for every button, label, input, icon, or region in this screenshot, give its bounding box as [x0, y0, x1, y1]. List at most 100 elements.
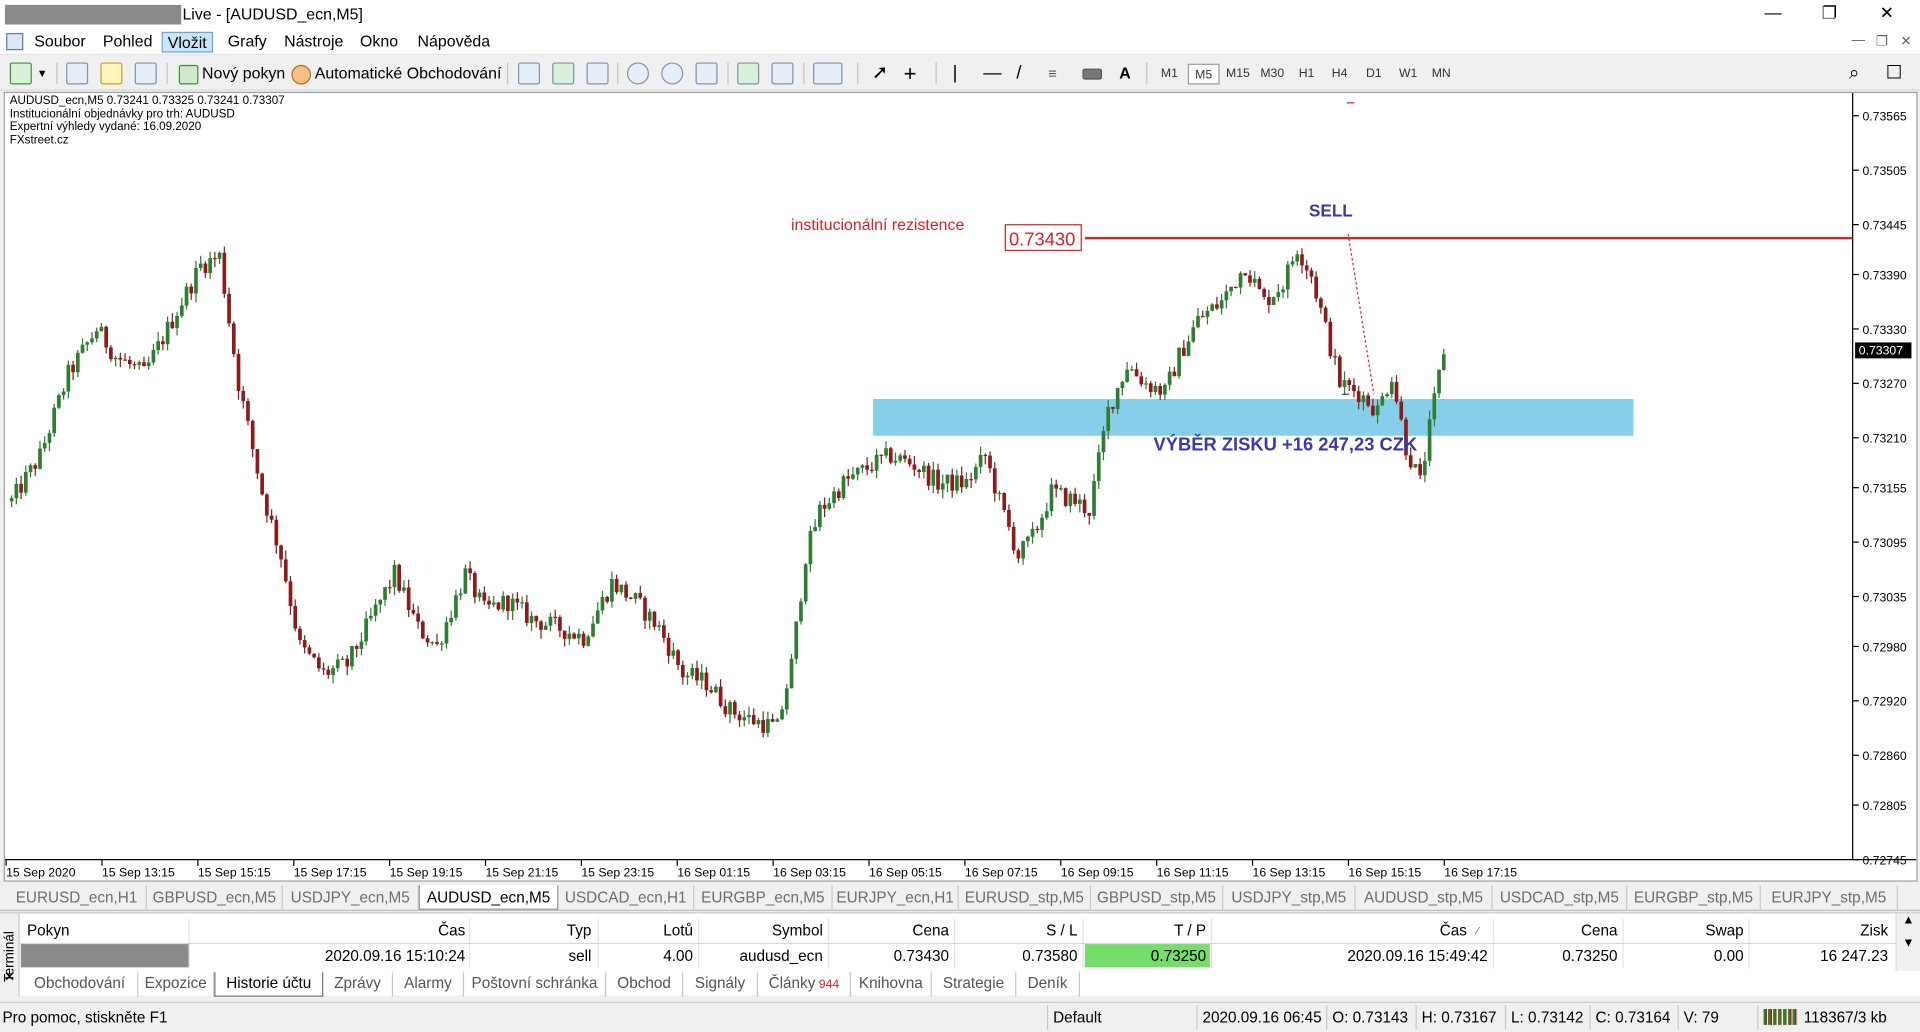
minimize-button[interactable]: —	[1755, 2, 1792, 22]
maximize-button[interactable]: ❐	[1811, 2, 1848, 23]
rectangle-icon[interactable]	[1082, 68, 1103, 80]
market-watch-icon[interactable]	[66, 62, 89, 85]
scroll-up-icon[interactable]: ▲	[1897, 913, 1920, 926]
navigator-icon[interactable]	[100, 62, 123, 85]
timeframe-d1[interactable]: D1	[1358, 64, 1390, 85]
col-symbol[interactable]: Symbol	[703, 918, 823, 942]
col-lotu[interactable]: Lotů	[602, 918, 693, 942]
autoscroll-icon[interactable]	[737, 62, 760, 85]
crosshair-icon[interactable]: +	[904, 60, 917, 87]
cell-price-open[interactable]: 0.73430	[833, 944, 949, 968]
auto-trading-button[interactable]: Automatické Obchodování	[291, 60, 501, 87]
cell-sl[interactable]: 0.73580	[959, 944, 1077, 968]
terminal-tab[interactable]: Poštovní schránka	[464, 972, 607, 997]
chart-tab[interactable]: USDCAD_stp,M5	[1493, 885, 1628, 910]
zoom-out-icon[interactable]	[661, 62, 684, 85]
terminal-tab[interactable]: Historie účtu	[214, 972, 324, 997]
cell-tp[interactable]: 0.73250	[1087, 944, 1206, 968]
timeframe-m15[interactable]: M15	[1222, 64, 1254, 85]
chart-tab[interactable]: GBPUSD_ecn,M5	[147, 885, 283, 910]
chart-tab[interactable]: AUDUSD_stp,M5	[1356, 885, 1493, 910]
terminal-tab[interactable]: Deník	[1016, 972, 1081, 997]
dropdown-arrow-icon[interactable]: ▼	[37, 60, 48, 87]
timeframe-h4[interactable]: H4	[1324, 64, 1356, 85]
close-button[interactable]: ✕	[1869, 2, 1906, 23]
tile-windows-icon[interactable]	[695, 62, 718, 85]
chart-tab[interactable]: EURUSD_ecn,H1	[7, 885, 147, 910]
chart-shift-icon[interactable]	[771, 62, 794, 85]
chart-tab[interactable]: USDCAD_ecn,H1	[558, 885, 695, 910]
vertical-line-icon[interactable]: |	[953, 60, 958, 87]
cell-symbol[interactable]: audusd_ecn	[703, 944, 822, 968]
col-cas-open[interactable]: Čas	[196, 918, 465, 942]
cell-profit[interactable]: 16 247.23	[1753, 944, 1888, 968]
terminal-tab[interactable]: Zprávy	[323, 972, 394, 997]
app-icon[interactable]	[6, 33, 24, 51]
line-chart-icon[interactable]	[586, 62, 609, 85]
terminal-tab[interactable]: Alarmy	[393, 972, 465, 997]
channel-icon[interactable]: ≡	[1048, 60, 1057, 87]
cursor-icon[interactable]: ➚	[872, 60, 888, 87]
mdi-restore-button[interactable]: ❐	[1876, 33, 1888, 49]
chart-tab[interactable]: EURJPY_ecn,H1	[833, 885, 959, 910]
timeframe-mn[interactable]: MN	[1425, 64, 1457, 85]
menu-soubor[interactable]: Soubor	[29, 32, 90, 53]
mdi-close-button[interactable]: ✕	[1900, 33, 1911, 49]
scroll-down-icon[interactable]: ▼	[1897, 937, 1920, 950]
menu-nastroje[interactable]: Nástroje	[279, 32, 348, 53]
cell-price-close[interactable]: 0.73250	[1498, 944, 1617, 968]
col-sl[interactable]: S / L	[959, 918, 1077, 942]
col-tp[interactable]: T / P	[1087, 918, 1206, 942]
chat-icon[interactable]: ☐	[1886, 60, 1902, 87]
cell-type[interactable]: sell	[478, 944, 591, 968]
price-chart[interactable]: AUDUSD_ecn,M5 0.73241 0.73325 0.73241 0.…	[3, 91, 1918, 882]
chart-tab[interactable]: EURJPY_stp,M5	[1761, 885, 1898, 910]
col-pokyn[interactable]: Pokyn	[27, 918, 70, 942]
chart-tab[interactable]: EURUSD_stp,M5	[959, 885, 1092, 910]
cell-lots[interactable]: 4.00	[602, 944, 693, 968]
terminal-tab[interactable]: Obchod	[606, 972, 684, 997]
timeframe-m30[interactable]: M30	[1256, 64, 1288, 85]
menu-vlozit[interactable]: Vložit	[161, 31, 213, 53]
terminal-icon[interactable]	[134, 62, 157, 85]
search-icon[interactable]: ⌕	[1849, 60, 1859, 87]
cell-time-close[interactable]: 2020.09.16 15:49:42	[1216, 944, 1487, 968]
timeframe-w1[interactable]: W1	[1392, 64, 1424, 85]
candle-chart-icon[interactable]	[552, 62, 575, 85]
chart-tab[interactable]: GBPUSD_stp,M5	[1091, 885, 1224, 910]
col-cena-close[interactable]: Cena	[1498, 918, 1618, 942]
chart-tab[interactable]: AUDUSD_ecn,M5	[418, 885, 559, 910]
zoom-in-icon[interactable]	[626, 62, 649, 85]
status-profile[interactable]: Default	[1053, 1009, 1102, 1026]
chart-tab[interactable]: EURGBP_ecn,M5	[694, 885, 833, 910]
new-chart-icon[interactable]	[9, 62, 32, 85]
trendline-icon[interactable]: /	[1016, 60, 1021, 87]
col-cena-open[interactable]: Cena	[833, 918, 949, 942]
chart-tab[interactable]: EURGBP_stp,M5	[1627, 885, 1761, 910]
cell-time-open[interactable]: 2020.09.16 15:10:24	[196, 944, 465, 968]
bar-chart-icon[interactable]	[517, 62, 541, 85]
terminal-tab[interactable]: Expozice	[138, 972, 215, 997]
timeframe-m5[interactable]: M5	[1187, 63, 1220, 85]
timeframe-m1[interactable]: M1	[1153, 64, 1185, 85]
terminal-tab[interactable]: Strategie	[932, 972, 1017, 997]
terminal-tab[interactable]: Signály	[683, 972, 758, 997]
terminal-scrollbar[interactable]: ▲ ▼	[1895, 913, 1920, 972]
col-typ[interactable]: Typ	[478, 918, 592, 942]
terminal-tab[interactable]: Články 944	[758, 972, 852, 997]
text-tool-icon[interactable]: A	[1119, 60, 1130, 87]
chart-tab[interactable]: USDJPY_stp,M5	[1223, 885, 1356, 910]
col-cas-close[interactable]: Čas	[1216, 918, 1467, 942]
new-order-button[interactable]: Nový pokyn	[178, 60, 285, 87]
col-swap[interactable]: Swap	[1627, 918, 1743, 942]
horizontal-line-icon[interactable]: —	[983, 60, 1001, 87]
terminal-tab[interactable]: Obchodování	[22, 972, 139, 997]
indicators-icon[interactable]	[813, 62, 843, 85]
terminal-tab[interactable]: Knihovna	[851, 972, 932, 997]
cell-swap[interactable]: 0.00	[1627, 944, 1744, 968]
menu-napoveda[interactable]: Nápověda	[413, 32, 495, 53]
timeframe-h1[interactable]: H1	[1291, 64, 1323, 85]
menu-grafy[interactable]: Grafy	[223, 32, 272, 53]
menu-okno[interactable]: Okno	[355, 32, 403, 53]
menu-pohled[interactable]: Pohled	[98, 32, 157, 53]
